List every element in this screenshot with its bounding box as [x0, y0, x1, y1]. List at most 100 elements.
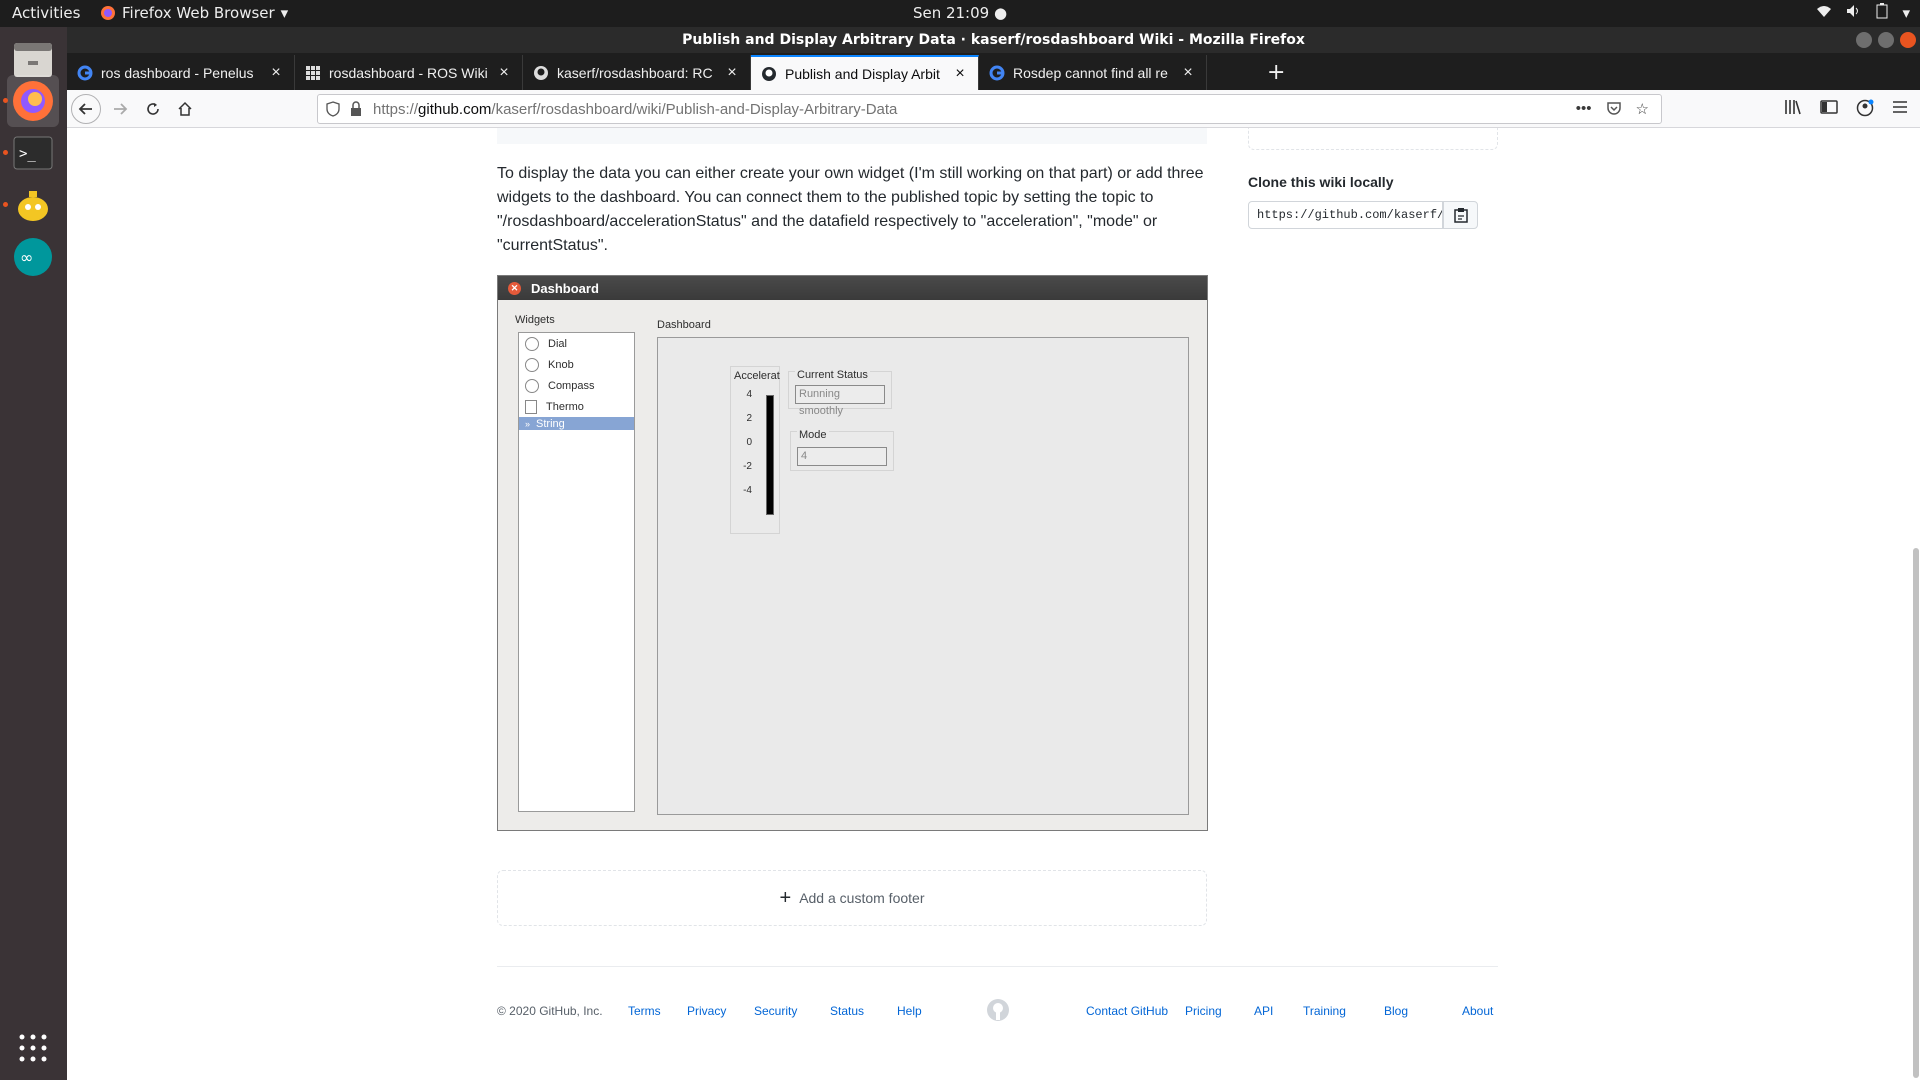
mode-field: 4	[797, 447, 887, 466]
battery-icon	[1876, 3, 1888, 23]
close-tab-icon[interactable]: ×	[268, 64, 284, 82]
hamburger-menu-icon[interactable]	[1892, 99, 1908, 121]
footer-divider	[497, 966, 1498, 967]
url-host: github.com	[418, 101, 492, 118]
footer-link-terms[interactable]: Terms	[628, 1004, 661, 1018]
ubuntu-top-panel: Activities Firefox Web Browser ▾ Sen 21:…	[0, 0, 1920, 27]
app-menu-label: Firefox Web Browser	[122, 4, 275, 22]
footer-link-api[interactable]: API	[1254, 1004, 1273, 1018]
clone-url-input[interactable]: https://github.com/kaserf/rosdashboard.w…	[1248, 201, 1443, 229]
activities-button[interactable]: Activities	[12, 4, 80, 22]
firefox-small-icon	[101, 6, 115, 20]
github-logo-icon[interactable]	[986, 998, 1010, 1025]
svg-text:>_: >_	[19, 146, 36, 162]
clock-text: Sen 21:09	[912, 4, 990, 22]
footer-link-pricing[interactable]: Pricing	[1185, 1004, 1222, 1018]
footer-link-contact[interactable]: Contact GitHub	[1086, 1004, 1168, 1018]
footer-link-status[interactable]: Status	[830, 1004, 864, 1018]
dock-terminal[interactable]: >_	[7, 127, 59, 179]
footer-link-security[interactable]: Security	[754, 1004, 797, 1018]
mode-label: Mode	[797, 429, 829, 441]
new-tab-button[interactable]: +	[1267, 60, 1285, 85]
tab-label: rosdashboard - ROS Wiki	[329, 64, 488, 81]
close-window-button[interactable]	[1900, 32, 1916, 48]
current-status-label: Current Status	[795, 369, 870, 381]
close-tab-icon[interactable]: ×	[1180, 64, 1196, 82]
widgets-label: Widgets	[515, 314, 555, 326]
account-icon[interactable]	[1856, 99, 1874, 121]
list-item: Compass	[519, 375, 634, 396]
tab-github-repo[interactable]: kaserf/rosdashboard: RC ×	[523, 55, 751, 90]
widget-label: Thermo	[546, 400, 584, 413]
close-tab-icon[interactable]: ×	[952, 65, 968, 83]
minimize-button[interactable]	[1856, 32, 1872, 48]
close-tab-icon[interactable]: ×	[724, 64, 740, 82]
tick-label: -2	[743, 461, 752, 472]
widget-label: Compass	[548, 379, 595, 392]
window-titlebar[interactable]: Publish and Display Arbitrary Data · kas…	[67, 27, 1920, 53]
add-custom-footer-button[interactable]: + Add a custom footer	[497, 870, 1207, 926]
footer-link-help[interactable]: Help	[897, 1004, 922, 1018]
lock-icon[interactable]	[350, 101, 362, 121]
ubuntu-dock: >_ ∞	[0, 27, 67, 1080]
tab-publish-display-data[interactable]: Publish and Display Arbit ×	[751, 55, 979, 90]
double-chevron-icon: »	[525, 418, 531, 429]
wifi-icon	[1816, 4, 1832, 22]
tick-label: 0	[746, 437, 752, 448]
toolbar-right-icons	[1784, 99, 1908, 121]
scrollbar-thumb[interactable]	[1913, 548, 1919, 1078]
back-arrow-icon	[78, 103, 92, 115]
show-applications-button[interactable]	[7, 1022, 59, 1074]
dashboard-panel: Acceleration 4 2 0 -2 -4 Current Status …	[657, 337, 1189, 815]
wiki-paragraph: To display the data you can either creat…	[497, 165, 1204, 254]
more-actions-icon[interactable]: •••	[1576, 100, 1592, 120]
volume-icon	[1846, 4, 1862, 22]
dock-arduino[interactable]: ∞	[7, 231, 59, 283]
tab-ros-wiki[interactable]: rosdashboard - ROS Wiki ×	[295, 55, 523, 90]
copyright: © 2020 GitHub, Inc.	[497, 1004, 603, 1018]
copy-clone-url-button[interactable]	[1443, 201, 1478, 229]
running-indicator	[3, 150, 8, 155]
library-icon[interactable]	[1784, 99, 1802, 121]
tab-label: Publish and Display Arbit	[785, 65, 940, 82]
github-icon	[533, 65, 549, 81]
page-scrollbar[interactable]	[1912, 128, 1920, 1080]
tab-rosdep-search[interactable]: Rosdep cannot find all re ×	[979, 55, 1207, 90]
dock-firefox[interactable]	[7, 75, 59, 127]
knob-icon	[525, 357, 539, 372]
mode-group: Mode 4	[790, 429, 894, 471]
terminal-icon: >_	[13, 136, 53, 170]
add-footer-label: Add a custom footer	[799, 890, 925, 906]
tick-label: 4	[746, 389, 752, 400]
list-item: Dial	[519, 333, 634, 354]
tab-ros-dashboard-search[interactable]: ros dashboard - Penelus ×	[67, 55, 295, 90]
navigation-toolbar: https://github.com/kaserf/rosdashboard/w…	[67, 90, 1920, 128]
dashboard-panel-label: Dashboard	[657, 319, 711, 331]
reload-icon	[147, 103, 159, 115]
close-tab-icon[interactable]: ×	[496, 64, 512, 82]
shield-icon[interactable]	[326, 101, 340, 121]
clock[interactable]: Sen 21:09 ●	[913, 4, 1007, 22]
forward-button[interactable]	[107, 97, 133, 121]
dock-ros-teapot[interactable]	[7, 179, 59, 231]
bookmark-star-icon[interactable]: ☆	[1636, 100, 1649, 120]
home-icon	[178, 101, 192, 116]
app-menu[interactable]: Firefox Web Browser ▾	[100, 4, 288, 22]
footer-link-blog[interactable]: Blog	[1384, 1004, 1408, 1018]
chevron-down-icon: ▾	[1902, 4, 1910, 22]
reload-button[interactable]	[140, 97, 166, 121]
widget-label: Knob	[548, 358, 574, 371]
sidebar-pages-box	[1248, 128, 1498, 150]
sidebar-toggle-icon[interactable]	[1820, 99, 1838, 121]
home-button[interactable]	[172, 97, 198, 121]
maximize-button[interactable]	[1878, 32, 1894, 48]
widget-label: String	[536, 417, 565, 430]
footer-link-privacy[interactable]: Privacy	[687, 1004, 726, 1018]
address-bar[interactable]: https://github.com/kaserf/rosdashboard/w…	[317, 94, 1662, 124]
footer-link-training[interactable]: Training	[1303, 1004, 1346, 1018]
system-tray[interactable]: ▾	[1816, 3, 1910, 23]
file-manager-icon	[14, 43, 52, 77]
back-button[interactable]	[71, 94, 101, 124]
pocket-icon[interactable]	[1606, 100, 1622, 120]
footer-link-about[interactable]: About	[1462, 1004, 1493, 1018]
